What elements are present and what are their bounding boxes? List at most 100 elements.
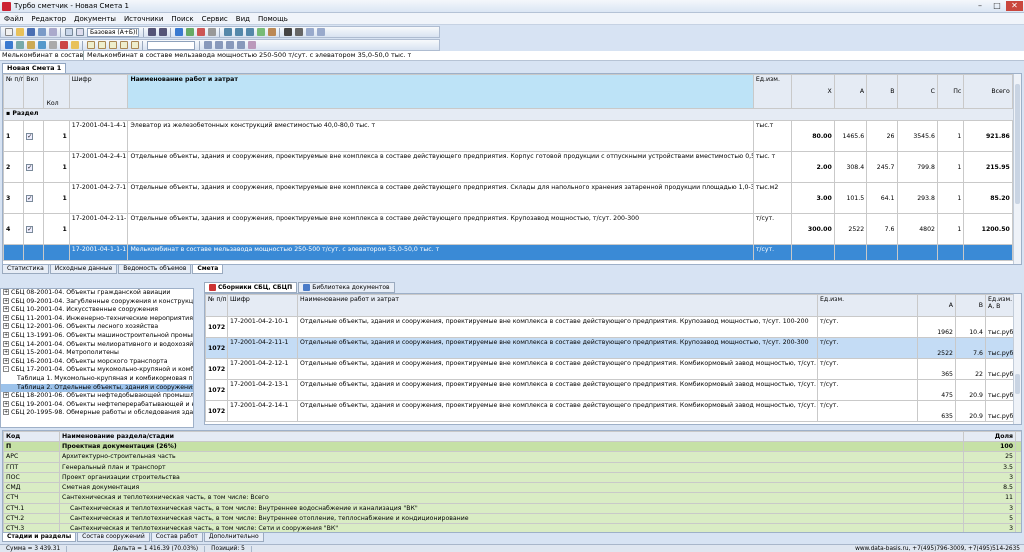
stage-row[interactable]: АРС Архитектурно-строительная часть 25 <box>3 451 1021 463</box>
delete-icon[interactable] <box>196 28 205 36</box>
tree-item[interactable]: + СБЦ 20-1995-98. Обмерные работы и обсле… <box>1 409 193 418</box>
tree-item[interactable]: Таблица 2. Отдельные объекты, здания и с… <box>1 383 193 393</box>
tab-works[interactable]: Состав работ <box>150 533 203 542</box>
ref-col-name[interactable]: Наименование работ и затрат <box>297 294 818 317</box>
table-row-selected[interactable]: 17-2001-04-1-1-1 Мелькомбинат в составе … <box>3 244 1021 261</box>
table-row[interactable]: 2 ✓ 1 17-2001-04-2-4-1 Отдельные объекты… <box>3 151 1021 183</box>
tab-additional[interactable]: Дополнительно <box>203 533 264 542</box>
expand-icon[interactable]: + <box>3 340 9 347</box>
folder-icon[interactable] <box>70 41 79 49</box>
tree-item[interactable]: + СБЦ 18-2001-06. Объекты нефтедобывающей… <box>1 392 193 401</box>
table-row[interactable]: 4 ✓ 1 17-2001-04-2-11-1 Отдельные объект… <box>3 213 1021 245</box>
tree-item[interactable]: + СБЦ 13-1991-06. Объекты машиностроитель… <box>1 331 193 341</box>
zoom-icon[interactable] <box>26 41 35 49</box>
tree-item[interactable]: + СБЦ 14-2001-04. Объекты мелиоративного … <box>1 340 193 350</box>
stage-row[interactable]: П Проектная документация (26%) 100 <box>3 440 1021 453</box>
tree-item[interactable]: + СБЦ 08-2001-04. Объекты гражданской ави… <box>1 289 193 298</box>
col-a[interactable]: A <box>833 74 868 109</box>
copy-icon[interactable] <box>75 28 84 36</box>
tree-item[interactable]: + СБЦ 11-2001-04. Инженерно-технические м… <box>1 314 193 324</box>
tree-item[interactable]: + СБЦ 15-2001-04. Метрополитены <box>1 349 193 358</box>
filter-icon[interactable] <box>267 28 276 36</box>
ref-col-unit[interactable]: Ед.изм. <box>817 294 918 317</box>
right-icon[interactable] <box>214 41 223 49</box>
menu-service[interactable]: Сервис <box>198 15 232 23</box>
menu-view[interactable]: Вид <box>232 15 254 23</box>
cut-icon[interactable] <box>64 28 73 36</box>
collapse-icon[interactable]: - <box>3 366 9 373</box>
new-doc-icon[interactable] <box>4 28 13 36</box>
col-kol[interactable]: Кол <box>43 74 70 109</box>
doc-d-icon[interactable] <box>130 41 139 49</box>
menu-sources[interactable]: Источники <box>120 15 167 23</box>
insert-row-icon[interactable] <box>234 28 243 36</box>
stage-row[interactable]: СТЧ.1 Сантехническая и теплотехническая ч… <box>3 502 1021 515</box>
save-icon[interactable] <box>26 28 35 36</box>
col-total[interactable]: Всего <box>963 74 1013 109</box>
include-checkbox[interactable]: ✓ <box>26 163 34 171</box>
tab-statistics[interactable]: Статистика <box>2 265 49 274</box>
error-icon[interactable] <box>59 41 68 49</box>
grid-icon[interactable] <box>15 41 24 49</box>
col-num[interactable]: № п/п <box>3 74 25 109</box>
tree-item[interactable]: + СБЦ 16-2001-04. Объекты морского трансп… <box>1 357 193 367</box>
table-icon[interactable] <box>223 28 232 36</box>
stage-row[interactable]: СМД Сметная документация 8.5 <box>3 482 1021 494</box>
tree-item[interactable]: + СБЦ 12-2001-06. Объекты лесного хозяйст… <box>1 323 193 332</box>
expand-icon[interactable]: + <box>3 409 9 416</box>
col-x[interactable]: X <box>791 74 835 109</box>
tab-library[interactable]: Библиотека документов <box>298 282 395 293</box>
doc-tab[interactable]: Новая Смета 1 <box>2 63 67 73</box>
table-row[interactable]: 3 ✓ 1 17-2001-04-2-7-1 Отдельные объекты… <box>3 182 1021 214</box>
align-icon[interactable] <box>305 28 314 36</box>
expand-icon[interactable]: + <box>3 306 9 313</box>
tab-structures[interactable]: Состав сооружений <box>77 533 150 542</box>
left-icon[interactable] <box>203 41 212 49</box>
merge-icon[interactable] <box>247 41 256 49</box>
menu-editor[interactable]: Редактор <box>27 15 70 23</box>
toolbar-combo[interactable] <box>147 40 195 50</box>
expand-icon[interactable]: + <box>3 297 9 304</box>
ref-col-shifr[interactable]: Шифр <box>227 294 298 317</box>
ref-col-a[interactable]: A <box>917 294 956 317</box>
menu-file[interactable]: Файл <box>0 15 27 23</box>
doc-b-icon[interactable] <box>108 41 117 49</box>
redo-icon[interactable] <box>158 28 167 36</box>
tab-stages[interactable]: Стадии и разделы <box>2 533 77 542</box>
tree-item[interactable]: Таблица 1. Мукомольно-крупяная и комбико… <box>1 375 193 384</box>
expand-icon[interactable]: + <box>3 289 9 295</box>
tab-source-data[interactable]: Исходные данные <box>49 265 118 274</box>
col-shifr[interactable]: Шифр <box>68 74 129 109</box>
list-icon[interactable] <box>48 41 57 49</box>
stages-col-code[interactable]: Код <box>3 431 60 442</box>
tools-icon[interactable] <box>86 41 95 49</box>
stage-row[interactable]: СТЧ.3 Сантехническая и теплотехническая ч… <box>3 523 1021 532</box>
minimize-button[interactable]: – <box>972 1 988 11</box>
tree-item[interactable]: - СБЦ 17-2001-04. Объекты мукомольно-круп… <box>1 366 193 375</box>
expand-icon[interactable]: + <box>3 357 9 364</box>
tab-estimate[interactable]: Смета <box>192 265 224 274</box>
expand-icon[interactable]: + <box>3 331 9 338</box>
find-icon[interactable] <box>174 28 183 36</box>
col-pc[interactable]: Пс <box>936 74 965 109</box>
col-c[interactable]: C <box>896 74 938 109</box>
table-row[interactable]: 1072 17-2001-04-2-12-1 Отдельные объекты… <box>205 358 1021 380</box>
stage-row[interactable]: СТЧ.2 Сантехническая и теплотехническая ч… <box>3 513 1021 525</box>
insert-col-icon[interactable] <box>245 28 254 36</box>
italic-icon[interactable] <box>294 28 303 36</box>
col-unit[interactable]: Ед.изм. <box>752 74 793 109</box>
include-checkbox[interactable]: ✓ <box>26 194 34 202</box>
stage-row[interactable]: ПОС Проект организации строительства 3 <box>3 471 1021 484</box>
menu-documents[interactable]: Документы <box>70 15 120 23</box>
expand-icon[interactable]: + <box>3 400 9 407</box>
stage-row[interactable]: ГПТ Генеральный план и транспорт 3.5 <box>3 461 1021 473</box>
down-icon[interactable] <box>236 41 245 49</box>
arrow-icon[interactable] <box>4 41 13 49</box>
expand-icon[interactable]: + <box>3 349 9 356</box>
table-row[interactable]: 1072 17-2001-04-2-13-1 Отдельные объекты… <box>205 379 1021 401</box>
menu-help[interactable]: Помощь <box>254 15 292 23</box>
sum-icon[interactable] <box>256 28 265 36</box>
refresh-icon[interactable] <box>37 41 46 49</box>
expand-icon[interactable]: + <box>3 314 9 321</box>
maximize-button[interactable]: □ <box>989 1 1005 11</box>
